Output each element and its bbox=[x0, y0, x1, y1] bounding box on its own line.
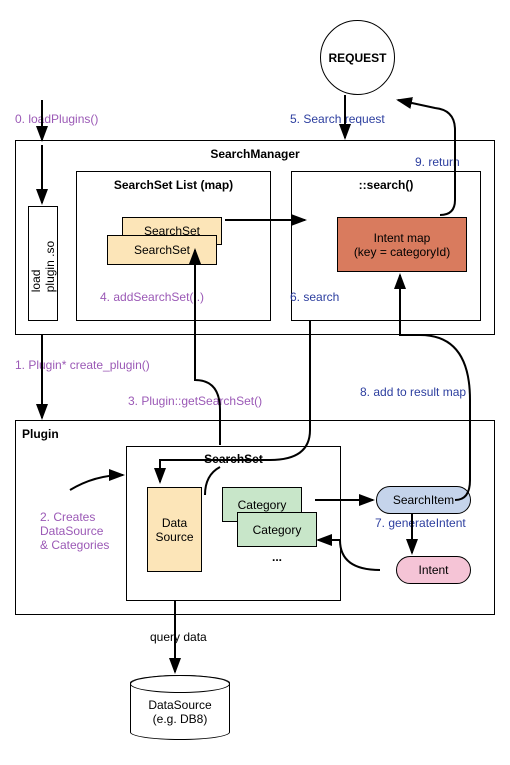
label-step9: 9. return bbox=[415, 155, 460, 169]
load-plugin-so-label: load plugin .so bbox=[29, 235, 57, 292]
request-node: REQUEST bbox=[320, 20, 395, 95]
intent-map-box: Intent map (key = categoryId) bbox=[337, 217, 467, 272]
label-step5: 5. Search request bbox=[290, 112, 385, 126]
label-step2c: & Categories bbox=[40, 538, 109, 552]
intent-pill: Intent bbox=[396, 556, 471, 584]
searchitem-pill: SearchItem bbox=[376, 486, 471, 514]
category-label-2: Category bbox=[253, 523, 302, 537]
label-step8: 8. add to result map bbox=[360, 385, 466, 399]
label-step3: 3. Plugin::getSearchSet() bbox=[128, 394, 262, 408]
label-step6: 6. search bbox=[290, 290, 339, 304]
label-step1: 1. Plugin* create_plugin() bbox=[15, 358, 150, 372]
searchitem-label: SearchItem bbox=[393, 493, 454, 507]
intent-map-line1: Intent map bbox=[374, 231, 431, 245]
searchset-item-2: SearchSet bbox=[107, 235, 217, 265]
label-step2b: DataSource bbox=[40, 524, 103, 538]
category-label-1: Category bbox=[238, 498, 287, 512]
search-title: ::search() bbox=[292, 178, 480, 192]
category-box-2: Category bbox=[237, 512, 317, 547]
plugin-datasource-label: Data Source bbox=[148, 516, 201, 544]
label-step2a: 2. Creates bbox=[40, 510, 95, 524]
plugin-searchset-title: SearchSet bbox=[127, 452, 340, 466]
searchset-item-2-label: SearchSet bbox=[134, 243, 190, 257]
label-step4: 4. addSearchSet(..) bbox=[100, 290, 204, 304]
label-step7: 7. generateIntent bbox=[375, 516, 466, 530]
cylinder-line1: DataSource bbox=[148, 698, 211, 712]
diagram-root: REQUEST SearchManager load plugin .so Se… bbox=[0, 0, 510, 765]
label-step0: 0. loadPlugins() bbox=[15, 112, 98, 126]
plugin-searchset-box: SearchSet Data Source Category Category … bbox=[126, 446, 341, 601]
label-query-data: query data bbox=[150, 630, 207, 644]
load-plugin-so-box: load plugin .so bbox=[28, 206, 58, 321]
searchset-list-title: SearchSet List (map) bbox=[77, 178, 270, 192]
category-ellipsis: ... bbox=[272, 550, 282, 564]
search-manager-box: SearchManager load plugin .so SearchSet … bbox=[15, 140, 495, 335]
datasource-cylinder: DataSource (e.g. DB8) bbox=[130, 675, 230, 740]
cylinder-line2: (e.g. DB8) bbox=[153, 712, 208, 726]
plugin-title: Plugin bbox=[22, 427, 59, 441]
intent-label: Intent bbox=[418, 563, 448, 577]
intent-map-line2: (key = categoryId) bbox=[354, 245, 450, 259]
plugin-datasource-box: Data Source bbox=[147, 487, 202, 572]
request-label: REQUEST bbox=[328, 51, 386, 65]
